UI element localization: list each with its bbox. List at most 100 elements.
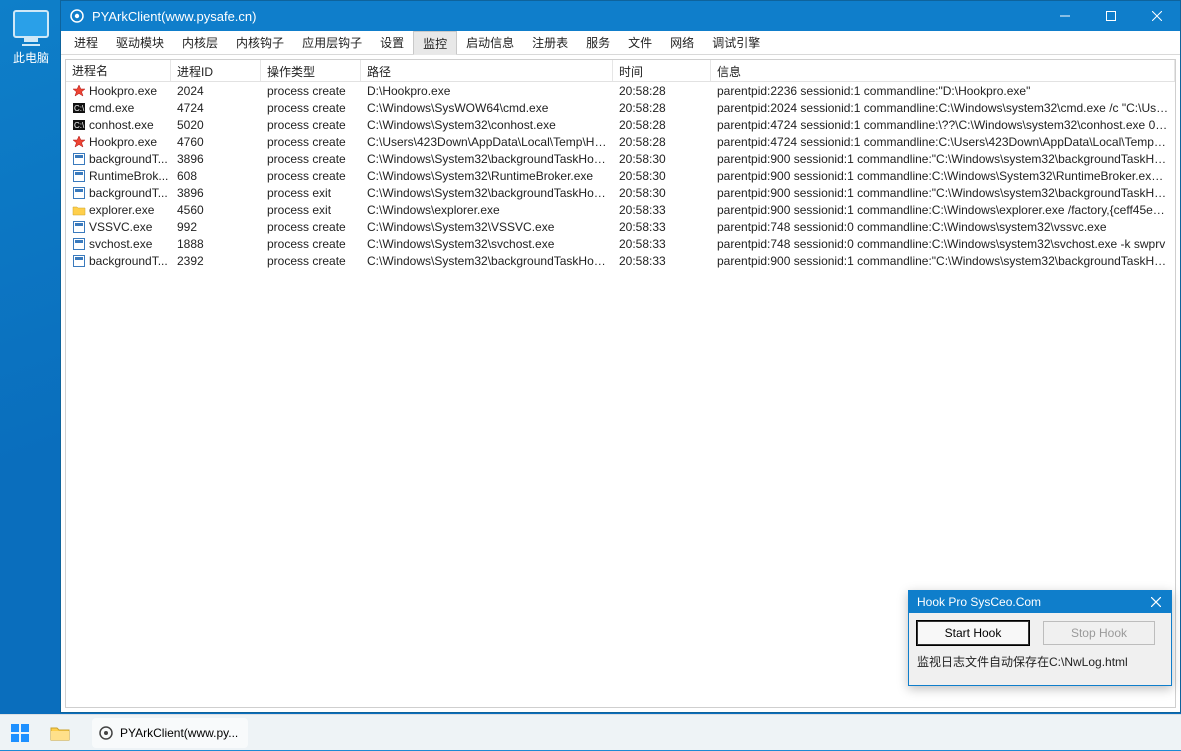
table-row[interactable]: VSSVC.exe992process createC:\Windows\Sys… (66, 218, 1175, 235)
star-icon (72, 84, 86, 98)
cell-name: cmd.exe (89, 101, 134, 115)
table-row[interactable]: C:\cmd.exe 4724process createC:\Windows\S… (66, 99, 1175, 116)
cell-time: 20:58:30 (613, 186, 711, 200)
cell-info: parentpid:900 sessionid:1 commandline:"C… (711, 152, 1175, 166)
listview-header[interactable]: 进程名 进程ID 操作类型 路径 时间 信息 (66, 60, 1175, 82)
cell-info: parentpid:2236 sessionid:1 commandline:"… (711, 84, 1175, 98)
table-row[interactable]: C:\conhost.exe5020process createC:\Windo… (66, 116, 1175, 133)
cell-pid: 992 (171, 220, 261, 234)
cell-pid: 3896 (171, 186, 261, 200)
table-row[interactable]: Hookpro.exe2024process createD:\Hookpro.… (66, 82, 1175, 99)
popup-titlebar[interactable]: Hook Pro SysCeo.Com (909, 591, 1171, 613)
cell-op: process create (261, 220, 361, 234)
menu-item[interactable]: 文件 (619, 31, 661, 54)
start-hook-button[interactable]: Start Hook (917, 621, 1029, 645)
menu-item[interactable]: 应用层钩子 (293, 31, 371, 54)
cell-op: process create (261, 118, 361, 132)
col-time[interactable]: 时间 (613, 60, 711, 81)
cell-op: process create (261, 101, 361, 115)
cell-name: VSSVC.exe (89, 220, 152, 234)
cell-info: parentpid:4724 sessionid:1 commandline:C… (711, 135, 1175, 149)
cell-time: 20:58:30 (613, 169, 711, 183)
cell-pid: 4760 (171, 135, 261, 149)
desktop-icon-this-pc[interactable]: 此电脑 (6, 10, 56, 66)
cell-path: C:\Windows\explorer.exe (361, 203, 613, 217)
taskbar-task-pyark[interactable]: PYArkClient(www.py... (92, 718, 248, 748)
hookpro-popup: Hook Pro SysCeo.Com Start Hook Stop Hook… (908, 590, 1172, 686)
cell-pid: 3896 (171, 152, 261, 166)
cell-path: C:\Windows\System32\backgroundTaskHost.e… (361, 254, 613, 268)
popup-note: 监视日志文件自动保存在C:\NwLog.html (917, 653, 1163, 670)
popup-title: Hook Pro SysCeo.Com (917, 595, 1041, 609)
cell-info: parentpid:748 sessionid:0 commandline:C:… (711, 220, 1175, 234)
cell-op: process create (261, 169, 361, 183)
cell-op: process create (261, 254, 361, 268)
menu-item[interactable]: 启动信息 (457, 31, 523, 54)
folder-icon (72, 203, 86, 217)
app-icon (72, 254, 86, 268)
close-button[interactable] (1134, 1, 1180, 31)
app-icon (72, 186, 86, 200)
cell-pid: 608 (171, 169, 261, 183)
cell-pid: 4724 (171, 101, 261, 115)
col-operation[interactable]: 操作类型 (261, 60, 361, 81)
task-label: PYArkClient(www.py... (120, 726, 238, 740)
col-process-id[interactable]: 进程ID (171, 60, 261, 81)
menu-item[interactable]: 内核层 (173, 31, 227, 54)
cell-time: 20:58:33 (613, 237, 711, 251)
cmd-icon: C:\ (72, 101, 86, 115)
app-icon (69, 8, 85, 24)
cell-time: 20:58:28 (613, 118, 711, 132)
cell-pid: 5020 (171, 118, 261, 132)
cell-name: svchost.exe (89, 237, 152, 251)
menu-item[interactable]: 网络 (661, 31, 703, 54)
cell-op: process create (261, 152, 361, 166)
cell-path: C:\Windows\SysWOW64\cmd.exe (361, 101, 613, 115)
popup-close-button[interactable] (1147, 593, 1165, 611)
app-icon (72, 220, 86, 234)
table-row[interactable]: svchost.exe1888process createC:\Windows\… (66, 235, 1175, 252)
taskbar-explorer-icon[interactable] (42, 715, 78, 751)
cmd-icon: C:\ (72, 118, 86, 132)
cell-info: parentpid:2024 sessionid:1 commandline:C… (711, 101, 1175, 115)
col-info[interactable]: 信息 (711, 60, 1175, 81)
stop-hook-button[interactable]: Stop Hook (1043, 621, 1155, 645)
menu-item[interactable]: 注册表 (523, 31, 577, 54)
maximize-button[interactable] (1088, 1, 1134, 31)
cell-name: backgroundT... (89, 152, 168, 166)
col-path[interactable]: 路径 (361, 60, 613, 81)
table-row[interactable]: explorer.exe4560process exitC:\Windows\e… (66, 201, 1175, 218)
cell-name: RuntimeBrok... (89, 169, 168, 183)
menu-item[interactable]: 内核钩子 (227, 31, 293, 54)
start-button[interactable] (2, 715, 38, 751)
menu-item[interactable]: 调试引擎 (703, 31, 769, 54)
window-title: PYArkClient(www.pysafe.cn) (92, 9, 256, 24)
table-row[interactable]: Hookpro.exe4760process createC:\Users\42… (66, 133, 1175, 150)
cell-time: 20:58:33 (613, 220, 711, 234)
menu-item[interactable]: 服务 (577, 31, 619, 54)
monitor-icon (13, 10, 49, 38)
minimize-button[interactable] (1042, 1, 1088, 31)
col-process-name[interactable]: 进程名 (66, 60, 171, 81)
table-row[interactable]: backgroundT...3896process createC:\Windo… (66, 150, 1175, 167)
table-row[interactable]: backgroundT...3896process exitC:\Windows… (66, 184, 1175, 201)
cell-path: C:\Windows\System32\RuntimeBroker.exe (361, 169, 613, 183)
desktop-icon-label: 此电脑 (6, 49, 56, 66)
cell-op: process create (261, 84, 361, 98)
cell-pid: 1888 (171, 237, 261, 251)
app-icon (72, 152, 86, 166)
cell-time: 20:58:28 (613, 135, 711, 149)
menu-item[interactable]: 设置 (371, 31, 413, 54)
cell-time: 20:58:28 (613, 84, 711, 98)
menu-item[interactable]: 驱动模块 (107, 31, 173, 54)
titlebar[interactable]: PYArkClient(www.pysafe.cn) (61, 1, 1180, 31)
table-row[interactable]: RuntimeBrok...608process createC:\Window… (66, 167, 1175, 184)
cell-info: parentpid:900 sessionid:1 commandline:C:… (711, 169, 1175, 183)
table-row[interactable]: backgroundT...2392process createC:\Windo… (66, 252, 1175, 269)
menubar: 进程驱动模块内核层内核钩子应用层钩子设置监控启动信息注册表服务文件网络调试引擎 (61, 31, 1180, 55)
menu-item[interactable]: 进程 (65, 31, 107, 54)
cell-pid: 4560 (171, 203, 261, 217)
menu-item[interactable]: 监控 (413, 31, 457, 55)
cell-path: C:\Users\423Down\AppData\Local\Temp\Hook… (361, 135, 613, 149)
cell-info: parentpid:900 sessionid:1 commandline:"C… (711, 254, 1175, 268)
